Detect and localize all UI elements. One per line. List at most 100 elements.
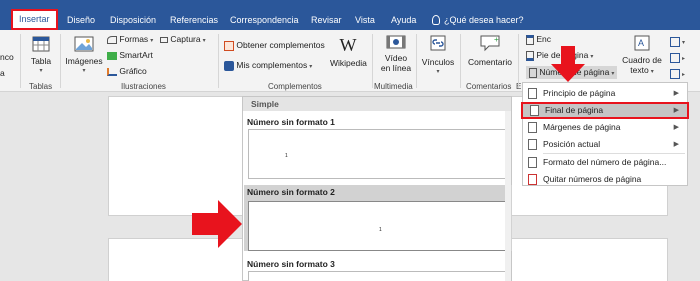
comentario-label: Comentario [468,57,512,67]
textbox-icon: A [634,35,650,51]
dropcap-icon[interactable]: ▸ [670,68,685,79]
submenu-arrow-icon: ▶ [673,107,679,114]
wikipedia-icon: W [339,35,357,55]
tab-ayuda[interactable]: Ayuda [391,12,416,30]
cuadro-label-1: Cuadro de [622,55,662,65]
ribbon-tab-bar: Insertar Diseño Disposición Referencias … [0,0,700,30]
multimedia-group-label: Multimedia [374,82,413,91]
svg-text:A: A [638,38,644,48]
comentario-button[interactable]: + Comentario [464,34,516,67]
grafico-label: Gráfico [119,66,147,76]
title-strip [0,0,700,8]
video-icon [386,35,406,49]
chart-icon [107,67,117,76]
tablas-group-label: Tablas [29,82,53,91]
gallery-item-3-label: Número sin formato 3 [247,259,335,269]
menu-item-posicion-actual[interactable]: Posición actual ▶ [523,136,687,153]
comentarios-group-label: Comentarios [466,82,512,91]
obtener-complementos-button[interactable]: Obtener complementos [224,40,325,51]
imagenes-label: Imágenes [65,56,103,66]
menu-item-final[interactable]: Final de página ▶ [521,102,689,119]
picture-icon [74,36,94,52]
obtener-complementos-label: Obtener complementos [236,40,325,50]
vinculos-button[interactable]: Vínculos ▾ [420,34,456,77]
menu-item-principio[interactable]: Principio de página ▶ [523,85,687,102]
gallery-scrollbar[interactable] [505,111,511,281]
page-number-marker: 1 [285,153,288,159]
encabezado-label: Enc [536,34,552,44]
header-icon [526,34,534,45]
shapes-icon [107,35,117,44]
gallery-item-1[interactable]: 1 [248,129,506,179]
tab-insertar[interactable]: Insertar [11,9,58,30]
formas-button[interactable]: Formas ▾ [107,34,153,44]
gallery-item-2[interactable]: 1 [248,201,506,251]
mis-complementos-label: Mis complementos [236,60,308,70]
imagenes-button[interactable]: Imágenes ▾ [64,36,104,76]
current-position-icon [528,139,537,150]
lightbulb-icon [432,15,440,25]
screenshot-icon [160,36,168,43]
tab-referencias[interactable]: Referencias [170,12,218,30]
smartart-label: SmartArt [119,50,153,60]
quickparts-icon[interactable]: ▾ [670,36,685,47]
red-down-arrow-icon [551,46,585,82]
comment-icon: + [480,35,500,52]
cuadro-de-texto-button[interactable]: A Cuadro de texto ▾ [622,34,662,77]
tab-correspondencia[interactable]: Correspondencia [230,12,299,30]
wordart-icon[interactable]: ▸ [670,52,685,63]
tab-disposicion[interactable]: Disposición [110,12,156,30]
table-icon [32,36,50,52]
smartart-button[interactable]: SmartArt [107,50,153,60]
store-icon [224,40,234,51]
tell-me-text: ¿Qué desea hacer? [444,15,524,25]
red-right-arrow-icon [192,200,242,248]
vinculos-label: Vínculos [421,57,455,67]
page-number-icon [529,67,537,78]
gallery-item-3[interactable] [248,271,506,281]
tabla-label: Tabla [30,56,52,66]
smartart-icon [107,51,117,60]
tell-me-box[interactable]: ¿Qué desea hacer? [432,12,524,30]
page-number-gallery: Simple Número sin formato 1 1 Número sin… [242,96,512,281]
page-number-menu: Principio de página ▶ Final de página ▶ Má… [521,82,689,188]
formas-label: Formas [119,34,149,44]
video-en-linea-button[interactable]: Vídeo en línea [378,34,414,73]
menu-item-margenes[interactable]: Márgenes de página ▶ [523,119,687,136]
gallery-item-1-label: Número sin formato 1 [247,117,335,127]
addins-icon [224,60,234,71]
cuadro-label-2: texto ▾ [630,65,654,75]
menu-item-formato[interactable]: Formato del número de página... [523,154,687,171]
left-partial-1[interactable]: nco [0,52,14,62]
wikipedia-button[interactable]: W Wikipedia [330,35,367,68]
ilustraciones-group-label: Ilustraciones [121,82,166,91]
tab-revisar[interactable]: Revisar [311,12,342,30]
grafico-button[interactable]: Gráfico [107,66,147,76]
captura-button[interactable]: Captura ▾ [160,34,206,44]
tab-vista[interactable]: Vista [355,12,375,30]
gallery-item-2-label: Número sin formato 2 [247,187,335,197]
menu-item-quitar[interactable]: Quitar números de página [523,171,687,188]
mis-complementos-button[interactable]: Mis complementos ▾ [224,60,312,71]
page-number-marker: 1 [379,227,382,233]
footer-icon [526,50,534,61]
captura-label: Captura [170,34,201,44]
submenu-arrow-icon: ▶ [673,124,679,131]
wikipedia-label: Wikipedia [330,58,367,68]
video-label-2: en línea [380,63,412,73]
left-partial-2[interactable]: a [0,68,5,78]
complementos-group-label: Complementos [268,82,322,91]
svg-text:+: + [494,35,499,44]
page-top-icon [528,88,537,99]
tab-diseno[interactable]: Diseño [67,12,95,30]
gallery-section-header: Simple [243,97,511,111]
format-page-number-icon [528,157,537,168]
tabla-button[interactable]: Tabla ▾ [28,36,54,76]
link-icon [430,35,446,51]
submenu-arrow-icon: ▶ [673,90,679,97]
submenu-arrow-icon: ▶ [673,141,679,148]
page-bottom-icon [530,105,539,116]
video-label-1: Vídeo [384,53,408,63]
encabezado-button[interactable]: Enc [526,34,551,45]
page-margins-icon [528,122,537,133]
